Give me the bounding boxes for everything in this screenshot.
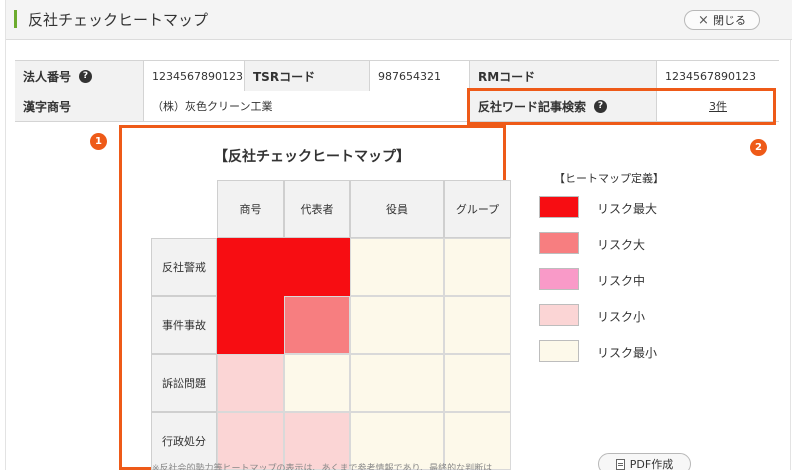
tsr-value: 987654321 xyxy=(369,61,469,91)
corp-no-label-cell: 法人番号 ? xyxy=(15,61,143,91)
legend-label: リスク最小 xyxy=(597,346,658,360)
kanji-value: （株）灰色クリーン工業 xyxy=(143,91,469,121)
heatmap-cell xyxy=(217,354,284,412)
title-bar: 反社チェックヒートマップ × 閉じる xyxy=(6,0,792,40)
corp-no-value: 1234567890123 xyxy=(143,61,244,91)
heatmap-cell xyxy=(284,296,350,354)
callout-badge-1: 1 xyxy=(90,133,107,150)
column-header: 商号 xyxy=(217,180,284,238)
rm-value: 1234567890123 xyxy=(656,61,779,91)
legend-title: 【ヒートマップ定義】 xyxy=(554,172,664,185)
heatmap-cell xyxy=(350,354,444,412)
help-icon[interactable]: ? xyxy=(79,69,93,83)
document-icon xyxy=(615,458,625,470)
heatmap-cell xyxy=(350,238,444,296)
column-header: 代表者 xyxy=(284,180,350,238)
heatmap-cell xyxy=(444,354,511,412)
info-row: 法人番号 ? 1234567890123 TSRコード 987654321 RM… xyxy=(15,61,779,91)
row-header: 訴訟問題 xyxy=(151,354,217,412)
modal-window: 反社チェックヒートマップ × 閉じる 法人番号 ? 1234567890123 … xyxy=(5,0,792,470)
title-accent-bar xyxy=(14,10,17,28)
legend-label: リスク小 xyxy=(597,310,646,324)
legend-swatch xyxy=(539,196,579,218)
page-title: 反社チェックヒートマップ xyxy=(28,11,209,29)
heatmap-cell xyxy=(284,354,350,412)
callout-badge-2: 2 xyxy=(750,139,767,156)
heatmap-cell xyxy=(444,238,511,296)
row-header: 反社警戒 xyxy=(151,238,217,296)
column-header: グループ xyxy=(444,180,511,238)
pdf-create-button[interactable]: PDF作成 xyxy=(598,453,691,470)
legend-swatch xyxy=(539,304,579,326)
close-label: 閉じる xyxy=(712,14,746,27)
heatmap-cell xyxy=(444,296,511,354)
row-header: 事件事故 xyxy=(151,296,217,354)
legend-label: リスク最大 xyxy=(597,202,658,216)
column-header: 役員 xyxy=(350,180,444,238)
kanji-label: 漢字商号 xyxy=(15,91,143,121)
corp-no-label: 法人番号 xyxy=(23,69,72,84)
legend-label: リスク大 xyxy=(597,238,646,252)
pdf-create-label: PDF作成 xyxy=(629,458,674,470)
heatmap-cell xyxy=(217,238,284,296)
rm-label: RMコード xyxy=(469,61,656,91)
heatmap-cell xyxy=(284,238,350,296)
legend-label: リスク中 xyxy=(597,274,646,288)
legend-swatch xyxy=(539,232,579,254)
heatmap-cell xyxy=(217,296,284,354)
heatmap-cell xyxy=(350,296,444,354)
highlight-article-search xyxy=(467,88,776,125)
close-button[interactable]: × 閉じる xyxy=(684,10,760,30)
legend-swatch xyxy=(539,340,579,362)
heatmap-footnote: ※反社会的勢力等ヒートマップの表示は、あくまで参考情報であり、最終的な判断は xyxy=(152,464,493,470)
heatmap-title: 【反社チェックヒートマップ】 xyxy=(214,149,410,165)
tsr-label: TSRコード xyxy=(244,61,369,91)
legend-swatch xyxy=(539,268,579,290)
close-icon: × xyxy=(698,12,709,28)
